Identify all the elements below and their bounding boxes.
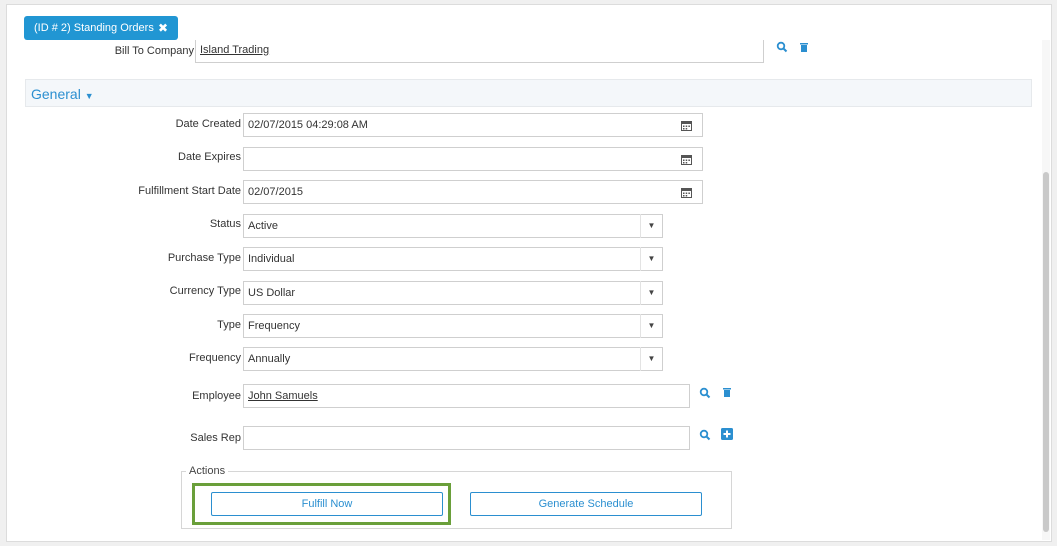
trash-icon[interactable] (799, 42, 809, 53)
bill-to-company-label: Bill To Company (114, 45, 194, 57)
calendar-icon[interactable] (670, 180, 703, 204)
caret-down-icon: ▼ (84, 91, 94, 101)
purchase-type-select[interactable]: Individual ▼ (243, 247, 663, 271)
status-select[interactable]: Active ▼ (243, 214, 663, 238)
employee-label: Employee (192, 390, 241, 402)
purchase-type-label: Purchase Type (167, 252, 241, 264)
search-icon[interactable] (776, 41, 788, 53)
actions-legend: Actions (189, 465, 226, 477)
chevron-down-icon[interactable]: ▼ (640, 281, 662, 305)
search-icon[interactable] (699, 387, 711, 399)
generate-schedule-button[interactable]: Generate Schedule (470, 492, 702, 516)
date-created-input[interactable]: 02/07/2015 04:29:08 AM (243, 113, 671, 137)
chevron-down-icon[interactable]: ▼ (640, 347, 662, 371)
fulfillment-start-date-input[interactable]: 02/07/2015 (243, 180, 671, 204)
bill-to-company-field[interactable]: Island Trading (195, 40, 764, 63)
trash-icon[interactable] (722, 387, 732, 398)
date-created-label: Date Created (175, 118, 241, 130)
section-title[interactable]: General ▼ (31, 86, 94, 102)
fulfill-now-button[interactable]: Fulfill Now (211, 492, 443, 516)
status-label: Status (209, 218, 241, 230)
currency-type-label: Currency Type (169, 285, 241, 297)
plus-icon[interactable] (721, 428, 733, 440)
chevron-down-icon[interactable]: ▼ (640, 247, 662, 271)
status-value: Active (248, 220, 278, 232)
date-expires-label: Date Expires (178, 151, 241, 163)
calendar-icon[interactable] (670, 113, 703, 137)
frequency-value: Annually (248, 353, 291, 365)
type-label: Type (217, 319, 241, 331)
frequency-label: Frequency (189, 352, 241, 364)
sales-rep-field[interactable] (243, 426, 690, 450)
chevron-down-icon[interactable]: ▼ (640, 214, 662, 238)
fulfillment-start-date-label: Fulfillment Start Date (138, 185, 241, 197)
tab-standing-orders[interactable]: (ID # 2) Standing Orders ✖ (24, 16, 178, 40)
chevron-down-icon[interactable]: ▼ (640, 314, 662, 338)
tab-label: (ID # 2) Standing Orders (34, 22, 154, 34)
type-select[interactable]: Frequency ▼ (243, 314, 663, 338)
employee-field[interactable]: John Samuels (243, 384, 690, 408)
section-general[interactable]: General ▼ (25, 79, 1032, 107)
currency-type-value: US Dollar (248, 287, 296, 299)
currency-type-select[interactable]: US Dollar ▼ (243, 281, 663, 305)
type-value: Frequency (248, 320, 300, 332)
frequency-select[interactable]: Annually ▼ (243, 347, 663, 371)
sales-rep-label: Sales Rep (190, 432, 241, 444)
scrollbar-thumb[interactable] (1043, 172, 1049, 532)
purchase-type-value: Individual (248, 253, 295, 265)
search-icon[interactable] (699, 429, 711, 441)
date-expires-input[interactable] (243, 147, 671, 171)
close-icon[interactable]: ✖ (158, 21, 168, 35)
calendar-icon[interactable] (670, 147, 703, 171)
